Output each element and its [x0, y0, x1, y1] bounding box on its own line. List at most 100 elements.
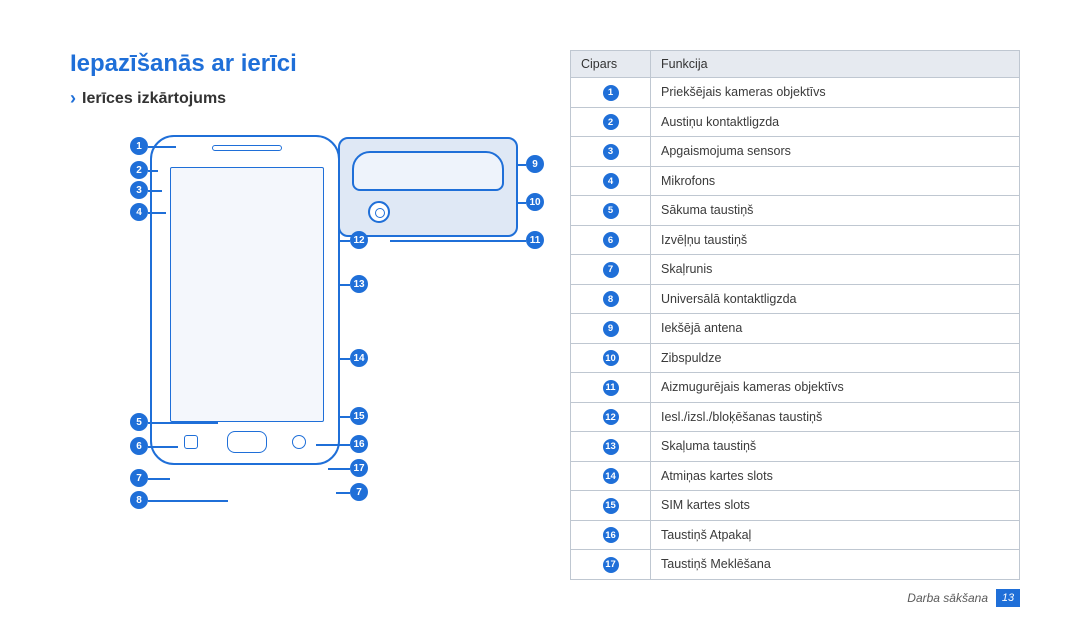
callout-8: 8	[130, 491, 148, 509]
row-function-cell: Zibspuldze	[651, 343, 1020, 373]
number-badge: 11	[603, 380, 619, 396]
row-number-cell: 3	[571, 137, 651, 167]
callout-13: 13	[350, 275, 368, 293]
home-button-outline	[227, 431, 267, 453]
row-number-cell: 2	[571, 107, 651, 137]
device-layout-diagram: 1 2 3 4 5 6 7 8 9 10 11 12	[70, 125, 520, 545]
row-number-cell: 10	[571, 343, 651, 373]
number-badge: 1	[603, 85, 619, 101]
number-badge: 6	[603, 232, 619, 248]
row-number-cell: 15	[571, 491, 651, 521]
callout-2: 2	[130, 161, 148, 179]
number-badge: 17	[603, 557, 619, 573]
table-row: 12 Iesl./izsl./bloķēšanas taustiņš	[571, 402, 1020, 432]
table-row: 17 Taustiņš Meklēšana	[571, 550, 1020, 580]
row-function-cell: Priekšējais kameras objektīvs	[651, 78, 1020, 108]
table-row: 3 Apgaismojuma sensors	[571, 137, 1020, 167]
back-panel-outline	[352, 151, 504, 191]
row-function-cell: Skaļrunis	[651, 255, 1020, 285]
number-badge: 7	[603, 262, 619, 278]
section-heading-text: Ierīces izkārtojums	[82, 90, 226, 108]
chevron-right-icon: ›	[70, 88, 76, 109]
row-function-cell: Universālā kontaktligzda	[651, 284, 1020, 314]
table-row: 5 Sākuma taustiņš	[571, 196, 1020, 226]
parts-table: Cipars Funkcija 1Priekšējais kameras obj…	[570, 50, 1020, 580]
callout-14: 14	[350, 349, 368, 367]
number-badge: 5	[603, 203, 619, 219]
number-badge: 12	[603, 409, 619, 425]
table-row: 11 Aizmugurējais kameras objektīvs	[571, 373, 1020, 403]
callout-1: 1	[130, 137, 148, 155]
callout-3: 3	[130, 181, 148, 199]
page-title: Iepazīšanās ar ierīci	[70, 50, 540, 78]
row-number-cell: 14	[571, 461, 651, 491]
row-number-cell: 17	[571, 550, 651, 580]
row-function-cell: Iesl./izsl./bloķēšanas taustiņš	[651, 402, 1020, 432]
table-row: 4 Mikrofons	[571, 166, 1020, 196]
row-number-cell: 16	[571, 520, 651, 550]
footer-page-number: 13	[996, 589, 1020, 607]
search-key-icon	[292, 435, 306, 449]
callout-6: 6	[130, 437, 148, 455]
table-row: 6 Izvēļņu taustiņš	[571, 225, 1020, 255]
page-footer: Darba sākšana 13	[907, 589, 1020, 607]
callout-16: 16	[350, 435, 368, 453]
row-function-cell: Apgaismojuma sensors	[651, 137, 1020, 167]
device-front-outline	[150, 135, 340, 465]
table-row: 15 SIM kartes slots	[571, 491, 1020, 521]
number-badge: 4	[603, 173, 619, 189]
callout-15: 15	[350, 407, 368, 425]
callout-7: 7	[130, 469, 148, 487]
table-row: 8 Universālā kontaktligzda	[571, 284, 1020, 314]
row-number-cell: 11	[571, 373, 651, 403]
row-number-cell: 13	[571, 432, 651, 462]
callout-17: 17	[350, 459, 368, 477]
number-badge: 2	[603, 114, 619, 130]
callout-10: 10	[526, 193, 544, 211]
row-function-cell: SIM kartes slots	[651, 491, 1020, 521]
number-badge: 10	[603, 350, 619, 366]
footer-section: Darba sākšana	[907, 591, 988, 605]
menu-key-icon	[184, 435, 198, 449]
row-number-cell: 8	[571, 284, 651, 314]
callout-4: 4	[130, 203, 148, 221]
number-badge: 15	[603, 498, 619, 514]
table-row: 10 Zibspuldze	[571, 343, 1020, 373]
row-function-cell: Sākuma taustiņš	[651, 196, 1020, 226]
callout-11: 11	[526, 231, 544, 249]
number-badge: 9	[603, 321, 619, 337]
row-function-cell: Aizmugurējais kameras objektīvs	[651, 373, 1020, 403]
row-number-cell: 6	[571, 225, 651, 255]
row-number-cell: 9	[571, 314, 651, 344]
number-badge: 14	[603, 468, 619, 484]
row-function-cell: Skaļuma taustiņš	[651, 432, 1020, 462]
earpiece-icon	[212, 145, 282, 151]
row-function-cell: Taustiņš Atpakaļ	[651, 520, 1020, 550]
row-function-cell: Taustiņš Meklēšana	[651, 550, 1020, 580]
row-function-cell: Atmiņas kartes slots	[651, 461, 1020, 491]
number-badge: 8	[603, 291, 619, 307]
callout-5: 5	[130, 413, 148, 431]
row-number-cell: 12	[571, 402, 651, 432]
table-row: 7 Skaļrunis	[571, 255, 1020, 285]
table-row: 14 Atmiņas kartes slots	[571, 461, 1020, 491]
table-row: 16 Taustiņš Atpakaļ	[571, 520, 1020, 550]
col-header-function: Funkcija	[651, 51, 1020, 78]
camera-lens-icon	[368, 201, 390, 223]
table-row: 13 Skaļuma taustiņš	[571, 432, 1020, 462]
row-function-cell: Iekšējā antena	[651, 314, 1020, 344]
device-back-inset	[338, 137, 518, 237]
screen-outline	[170, 167, 324, 422]
table-row: 1 Priekšējais kameras objektīvs	[571, 78, 1020, 108]
row-function-cell: Mikrofons	[651, 166, 1020, 196]
number-badge: 13	[603, 439, 619, 455]
row-number-cell: 1	[571, 78, 651, 108]
row-number-cell: 4	[571, 166, 651, 196]
number-badge: 16	[603, 527, 619, 543]
row-number-cell: 5	[571, 196, 651, 226]
section-heading: › Ierīces izkārtojums	[70, 88, 540, 109]
row-function-cell: Izvēļņu taustiņš	[651, 225, 1020, 255]
callout-12: 12	[350, 231, 368, 249]
callout-9: 9	[526, 155, 544, 173]
number-badge: 3	[603, 144, 619, 160]
